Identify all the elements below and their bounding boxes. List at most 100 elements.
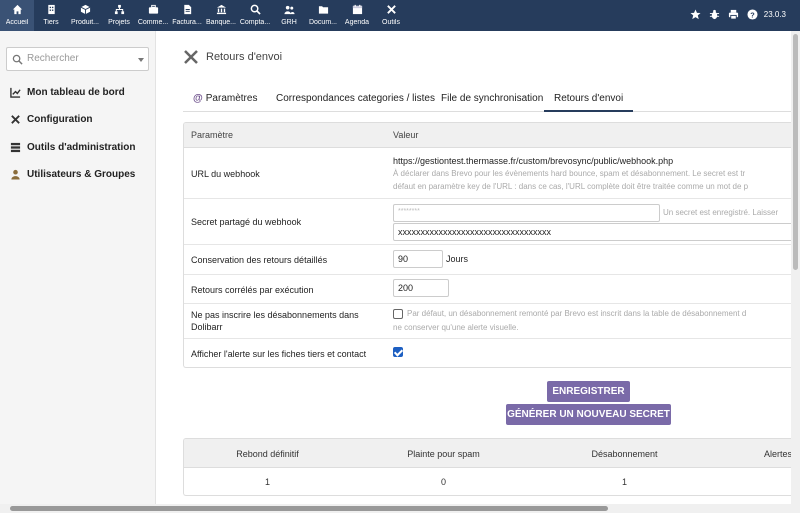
- table-row-retention: Conservation des retours détaillés 90 Jo…: [184, 245, 800, 275]
- nav-label: Docum...: [308, 19, 337, 26]
- page-title: Retours d'envoi: [183, 49, 282, 65]
- sidebar-item-label: Utilisateurs & Groupes: [27, 169, 136, 180]
- nav-label: Comme...: [137, 19, 169, 26]
- sidebar-item-users-groups[interactable]: Utilisateurs & Groupes: [10, 169, 135, 180]
- param-label: Secret partagé du webhook: [191, 217, 302, 227]
- nav-label: Factura...: [172, 19, 202, 26]
- cube-icon: [80, 4, 90, 15]
- nav-label: Banque...: [206, 19, 236, 26]
- star-icon[interactable]: [690, 9, 701, 20]
- nav-label: Outils: [382, 19, 400, 26]
- param-label: Ne pas inscrire les désabonnements dans …: [191, 310, 359, 332]
- tools-icon: [11, 115, 20, 124]
- page-title-text: Retours d'envoi: [206, 51, 283, 63]
- webhook-help: défaut en paramètre key de l'URL : dans …: [393, 182, 749, 191]
- webhook-url: https://gestiontest.thermasse.fr/custom/…: [393, 156, 674, 166]
- top-navbar: Accueil Tiers Produit... Projets Comme..…: [0, 0, 800, 31]
- secret-help: Un secret est enregistré. Laisser: [663, 208, 779, 217]
- scrollbar-thumb[interactable]: [793, 34, 798, 270]
- bug-icon[interactable]: [709, 9, 720, 20]
- retention-unit: Jours: [446, 254, 469, 264]
- table-row-alert: Afficher l'alerte sur les fiches tiers e…: [184, 339, 800, 367]
- sidebar-item-admin-tools[interactable]: Outils d'administration: [10, 142, 136, 153]
- stats-header-cell: Désabonnement: [591, 449, 658, 459]
- param-label: URL du webhook: [191, 169, 260, 179]
- sitemap-icon: [114, 4, 124, 15]
- no-unsub-checkbox[interactable]: [393, 309, 403, 319]
- chart-line-icon: [10, 87, 21, 98]
- bank-icon: [216, 4, 226, 15]
- document-icon: [183, 4, 191, 15]
- param-label: Conservation des retours détaillés: [191, 255, 328, 265]
- save-button[interactable]: ENREGISTRER: [547, 381, 630, 402]
- search-box[interactable]: Rechercher: [6, 47, 149, 71]
- server-icon: [10, 142, 21, 153]
- nav-grh[interactable]: GRH: [272, 0, 306, 31]
- nav-accueil[interactable]: Accueil: [0, 0, 34, 31]
- nav-agenda[interactable]: Agenda: [340, 0, 374, 31]
- no-unsub-help: ne conserver qu'une alerte visuelle.: [393, 323, 519, 332]
- param-label: Afficher l'alerte sur les fiches tiers e…: [191, 349, 367, 359]
- search-placeholder: Rechercher: [27, 53, 79, 64]
- nav-produits[interactable]: Produit...: [68, 0, 102, 31]
- alert-checkbox[interactable]: [393, 347, 403, 357]
- stats-header-cell: Rebond définitif: [236, 449, 299, 459]
- tab-label: Retours d'envoi: [554, 93, 624, 104]
- no-unsub-help: Par défaut, un désabonnement remonté par…: [407, 309, 747, 318]
- scrollbar-thumb[interactable]: [10, 506, 608, 511]
- nav-label: Agenda: [344, 19, 370, 26]
- horizontal-scrollbar[interactable]: [0, 504, 800, 513]
- tab-correspondances[interactable]: Correspondances categories / listes: [276, 87, 435, 112]
- nav-label: Produit...: [70, 19, 99, 26]
- sidebar-item-configuration[interactable]: Configuration: [10, 114, 93, 125]
- left-sidebar: Rechercher Mon tableau de bord Configura…: [0, 31, 156, 513]
- nav-commerce[interactable]: Comme...: [136, 0, 170, 31]
- per-run-input[interactable]: 200: [393, 279, 449, 297]
- user-icon: [11, 169, 20, 180]
- tools-icon: [386, 5, 396, 14]
- calendar-icon: [352, 4, 362, 15]
- secret-input[interactable]: ********: [393, 204, 660, 222]
- stats-table: Rebond définitif Plainte pour spam Désab…: [183, 438, 800, 496]
- nav-banque[interactable]: Banque...: [204, 0, 238, 31]
- tab-bar: @ Paramètres Correspondances categories /…: [183, 87, 800, 112]
- retention-input[interactable]: 90: [393, 250, 443, 268]
- nav-tiers[interactable]: Tiers: [34, 0, 68, 31]
- generate-secret-button[interactable]: GÉNÉRER UN NOUVEAU SECRET: [506, 404, 671, 425]
- nav-compta[interactable]: Compta...: [238, 0, 272, 31]
- version-label: 23.0.3: [763, 10, 786, 19]
- nav-projets[interactable]: Projets: [102, 0, 136, 31]
- stats-header-cell: Plainte pour spam: [407, 449, 480, 459]
- building-icon: [47, 4, 55, 15]
- suitcase-icon: [148, 4, 158, 14]
- help-icon[interactable]: ?: [747, 9, 758, 20]
- search-icon: [12, 54, 23, 65]
- sidebar-item-dashboard[interactable]: Mon tableau de bord: [10, 87, 125, 98]
- table-row-webhook: URL du webhook https://gestiontest.therm…: [184, 148, 800, 199]
- at-icon: @: [193, 93, 203, 104]
- tab-file-synchronisation[interactable]: File de synchronisation: [441, 87, 543, 112]
- chevron-down-icon: [138, 58, 144, 62]
- nav-documents[interactable]: Docum...: [306, 0, 340, 31]
- main-menu: Accueil Tiers Produit... Projets Comme..…: [0, 0, 408, 31]
- nav-facturation[interactable]: Factura...: [170, 0, 204, 31]
- print-icon[interactable]: [728, 9, 739, 20]
- tab-retours-envoi[interactable]: Retours d'envoi: [544, 87, 634, 112]
- nav-outils[interactable]: Outils: [374, 0, 408, 31]
- col-header-param: Paramètre: [191, 130, 234, 140]
- nav-label: Projets: [108, 19, 130, 26]
- stats-value-cell: 0: [440, 477, 446, 487]
- sidebar-item-label: Configuration: [27, 114, 93, 125]
- table-header: Paramètre Valeur: [184, 123, 800, 148]
- tab-parametres[interactable]: @ Paramètres: [193, 87, 257, 112]
- secret-value-field[interactable]: xxxxxxxxxxxxxxxxxxxxxxxxxxxxxxxxxx: [393, 223, 800, 241]
- vertical-scrollbar[interactable]: [791, 31, 800, 504]
- users-icon: [283, 5, 295, 15]
- nav-label: Accueil: [5, 19, 29, 26]
- svg-text:?: ?: [750, 10, 755, 19]
- tools-icon: [184, 50, 198, 64]
- table-row-secret: Secret partagé du webhook ******** Un se…: [184, 199, 800, 245]
- top-right-tools: ? 23.0.3: [690, 9, 786, 20]
- search-dollar-icon: [250, 4, 261, 15]
- nav-label: Compta...: [239, 19, 271, 26]
